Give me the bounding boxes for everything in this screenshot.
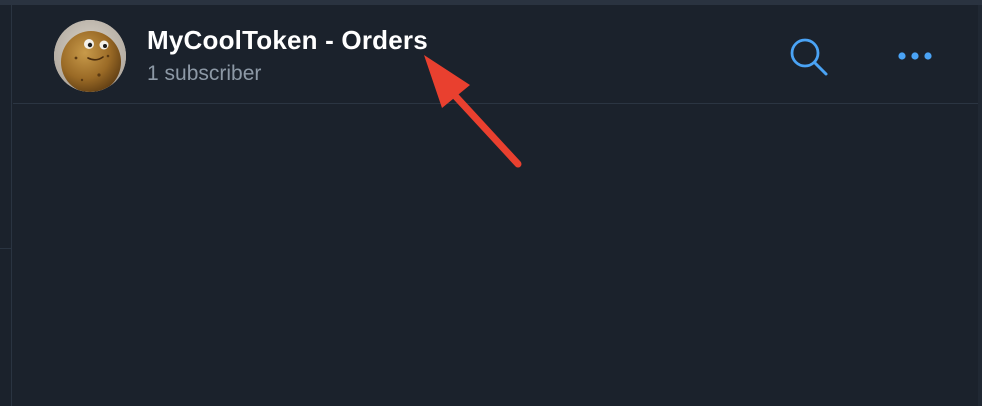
potato-avatar-image	[54, 20, 126, 92]
channel-avatar[interactable]	[54, 20, 126, 92]
app-window: MyCoolToken - Orders 1 subscriber	[0, 0, 982, 406]
more-horizontal-icon	[898, 52, 932, 60]
message-area[interactable]	[13, 104, 978, 406]
chat-header[interactable]: MyCoolToken - Orders 1 subscriber	[13, 5, 978, 104]
sidebar-divider	[0, 248, 12, 249]
channel-title[interactable]: MyCoolToken - Orders	[147, 25, 428, 56]
subscriber-count: 1 subscriber	[147, 62, 262, 85]
left-sidebar-edge	[0, 5, 12, 406]
right-sidebar-edge	[978, 5, 982, 406]
search-icon	[790, 38, 828, 76]
more-options-button[interactable]	[893, 38, 941, 74]
search-button[interactable]	[786, 34, 834, 82]
